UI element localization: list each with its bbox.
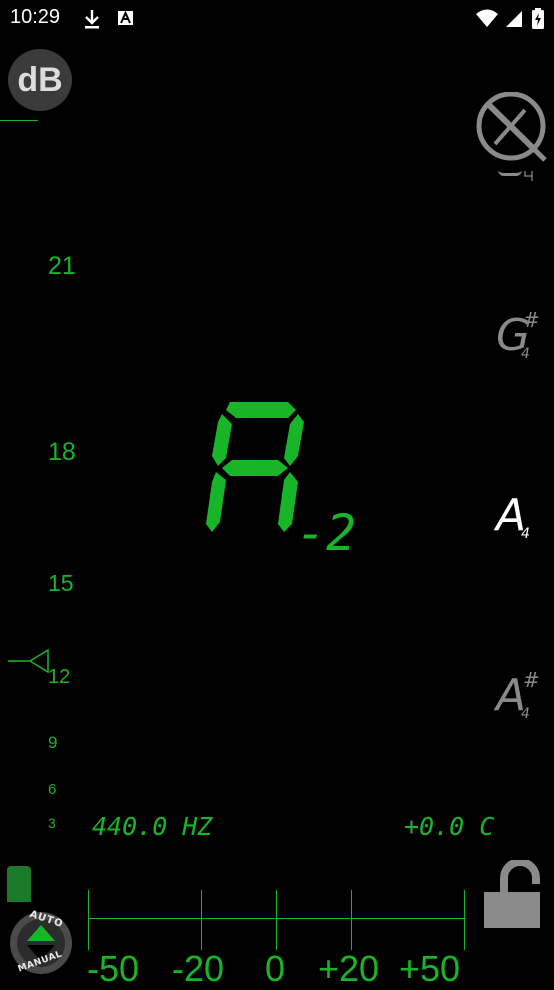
note-strip-partial-octave <box>524 171 533 181</box>
db-button[interactable]: dB <box>8 49 72 111</box>
cent-scale-tick <box>276 890 277 950</box>
level-scale-label: 6 <box>48 781 57 798</box>
clock: 10:29 <box>10 6 61 28</box>
wifi-icon <box>476 9 498 27</box>
level-scale-label: 15 <box>48 570 74 596</box>
download-icon <box>85 10 99 29</box>
signal-icon <box>506 11 522 27</box>
note-strip-partial <box>498 166 522 176</box>
cents-readout: +0.0 C <box>404 812 495 841</box>
auto-manual-button[interactable]: AUTO MANUAL <box>9 909 73 975</box>
cent-scale-line <box>88 918 466 919</box>
main-note-octave: -2 <box>296 504 357 562</box>
cent-scale-tick <box>464 890 465 950</box>
cent-scale-tick <box>88 890 89 950</box>
cent-scale-tick <box>351 890 352 950</box>
main-note-display <box>206 402 304 532</box>
unlock-icon[interactable] <box>482 860 544 930</box>
level-scale-label: 21 <box>48 252 76 280</box>
level-scale-label: 18 <box>48 438 76 466</box>
cent-scale-tick <box>201 890 202 950</box>
frequency-readout: 440.0 HZ <box>92 812 213 841</box>
level-scale-label: 3 <box>48 815 56 831</box>
keyboard-a-icon <box>118 10 133 25</box>
level-bar <box>7 866 31 902</box>
level-pointer-icon <box>8 648 49 674</box>
mic-off-icon[interactable] <box>475 92 549 164</box>
status-bar: 10:29 <box>0 0 554 38</box>
level-scale-label: 12 <box>48 666 71 688</box>
level-meter-top-line <box>0 120 38 121</box>
battery-charging-icon <box>532 8 544 29</box>
level-scale-label: 9 <box>48 733 58 752</box>
